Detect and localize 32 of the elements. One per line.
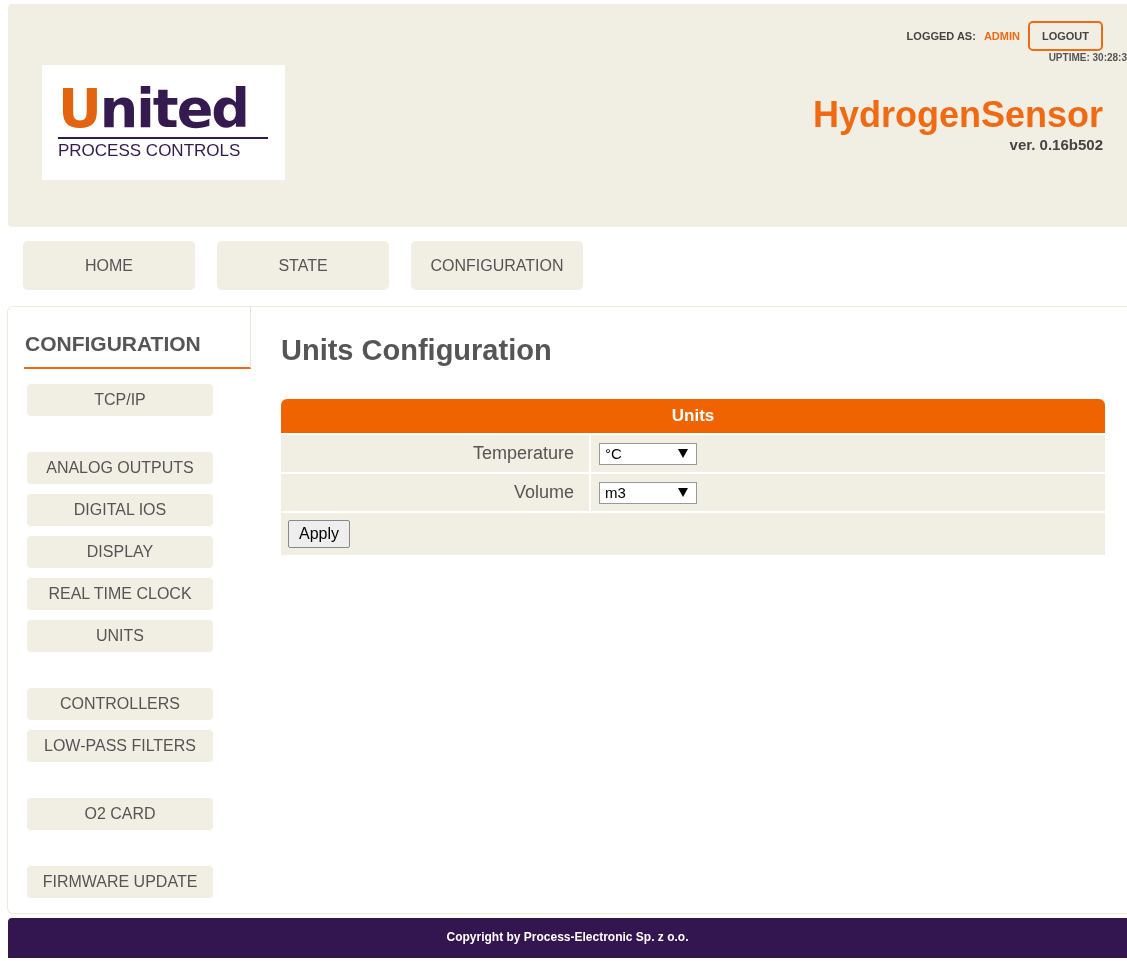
logged-as-label: LOGGED AS: [906, 30, 976, 42]
username: ADMIN [983, 30, 1020, 42]
page-title: Units Configuration [281, 334, 553, 367]
dropdown-arrow-icon [678, 449, 688, 458]
sidebar-item[interactable]: TCP/IP [27, 384, 213, 416]
sidebar-item[interactable]: ANALOG OUTPUTS [27, 452, 213, 484]
logout-button[interactable]: LOGOUT [1027, 21, 1103, 51]
table-header: Units [281, 399, 1105, 433]
sidebar-item[interactable]: LOW-PASS FILTERS [27, 730, 213, 762]
sidebar-item[interactable]: CONTROLLERS [27, 688, 213, 720]
apply-button[interactable]: Apply [288, 520, 351, 548]
sidebar-item[interactable]: REAL TIME CLOCK [27, 578, 213, 610]
nav-tab[interactable]: CONFIGURATION [411, 241, 583, 290]
uptime-text: UPTIME: 30:28:3 [1048, 52, 1127, 63]
sidebar-item[interactable]: DISPLAY [27, 536, 213, 568]
sidebar-item[interactable]: UNITS [27, 620, 213, 652]
sidebar-title: CONFIGURATION [24, 307, 251, 369]
logo-wordmark: United [58, 83, 268, 139]
sidebar-item[interactable]: O2 CARD [27, 798, 213, 830]
dropdown-arrow-icon [678, 488, 688, 497]
unit-dropdown[interactable]: °C [599, 442, 697, 465]
unit-dropdown[interactable]: m3 [599, 481, 697, 504]
logo-subtitle: PROCESS CONTROLS [58, 141, 242, 161]
version-text: ver. 0.16b502 [1009, 136, 1103, 153]
field-label: Volume [281, 474, 591, 511]
nav-tab[interactable]: HOME [23, 241, 195, 290]
footer-bar: Copyright by Process-Electronic Sp. z o.o. [8, 918, 1127, 958]
product-title: HydrogenSensor [812, 94, 1103, 136]
sidebar-item[interactable]: FIRMWARE UPDATE [27, 866, 213, 898]
field-label: Temperature [281, 435, 591, 472]
nav-tab[interactable]: STATE [217, 241, 389, 290]
sidebar-item[interactable]: DIGITAL IOS [27, 494, 213, 526]
